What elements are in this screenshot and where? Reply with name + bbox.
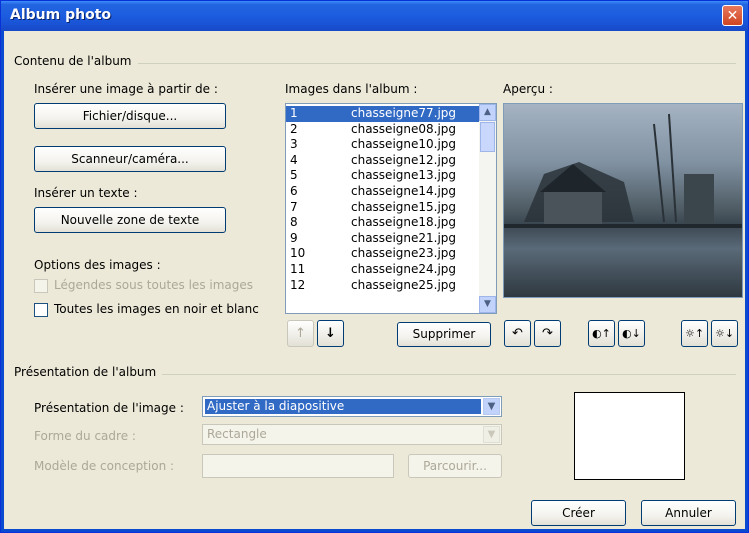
scroll-up-button[interactable]: ▲ [479, 104, 496, 121]
picture-layout-dropdown[interactable]: ▼ [483, 398, 500, 415]
close-button[interactable]: ✕ [722, 5, 743, 26]
list-item[interactable]: 4 chasseigne12.jpg [286, 153, 479, 169]
list-item[interactable]: 5 chasseigne13.jpg [286, 168, 479, 184]
brightness-up-icon: ☼↑ [684, 327, 705, 340]
list-item-number: 5 [290, 168, 298, 183]
list-item-filename: chasseigne15.jpg [351, 199, 457, 214]
list-item-number: 2 [290, 121, 298, 136]
list-item-filename: chasseigne23.jpg [351, 246, 457, 261]
arrow-up-icon: ↑ [295, 326, 306, 341]
list-item-number: 8 [290, 215, 298, 230]
captions-checkbox[interactable] [34, 279, 48, 293]
title-bar[interactable]: Album photo ✕ [1, 1, 748, 31]
design-template-label: Modèle de conception : [34, 459, 175, 473]
list-item-number: 6 [290, 183, 298, 198]
chevron-up-icon: ▲ [484, 107, 491, 117]
album-images-label: Images dans l'album : [285, 82, 418, 96]
list-item[interactable]: 1 chasseigne77.jpg [286, 106, 479, 122]
contrast-down-button[interactable]: ◐↓ [618, 320, 645, 347]
list-item[interactable]: 7 chasseigne15.jpg [286, 200, 479, 216]
dialog-title: Album photo [10, 7, 112, 23]
chevron-down-icon: ▼ [487, 429, 496, 440]
album-rows: 1 chasseigne77.jpg 2 chasseigne08.jpg 3 chass… [286, 106, 479, 293]
preview-label: Aperçu : [503, 82, 553, 96]
list-item[interactable]: 9 chasseigne21.jpg [286, 231, 479, 247]
album-photo-dialog: Album photo ✕ Contenu de l'album Insérer… [0, 0, 749, 533]
list-item-filename: chasseigne18.jpg [351, 215, 457, 230]
insert-text-label: Insérer un texte : [34, 186, 138, 200]
preview-image [503, 103, 743, 298]
list-item-number: 12 [290, 277, 306, 292]
rotate-right-button[interactable]: ↷ [534, 320, 561, 347]
cancel-button[interactable]: Annuler [641, 500, 736, 526]
list-item[interactable]: 2 chasseigne08.jpg [286, 122, 479, 138]
list-item-filename: chasseigne10.jpg [351, 137, 457, 152]
black-white-checkbox[interactable] [34, 303, 48, 317]
insert-image-label: Insérer une image à partir de : [34, 82, 218, 96]
list-item[interactable]: 6 chasseigne14.jpg [286, 184, 479, 200]
list-item[interactable]: 10 chasseigne23.jpg [286, 246, 479, 262]
captions-checkbox-label: Légendes sous toutes les images [54, 278, 254, 292]
new-text-box-button[interactable]: Nouvelle zone de texte [34, 207, 226, 233]
list-item-filename: chasseigne25.jpg [351, 277, 457, 292]
list-scrollbar[interactable]: ▲ ▼ [479, 104, 496, 313]
list-item-number: 9 [290, 230, 298, 245]
brightness-down-icon: ☼↓ [714, 327, 735, 340]
preview-photo [504, 113, 742, 228]
picture-layout-select[interactable]: Ajuster à la diapositive ▼ [202, 396, 502, 417]
list-item-number: 10 [290, 246, 306, 261]
list-item-filename: chasseigne08.jpg [351, 121, 457, 136]
list-item-filename: chasseigne21.jpg [351, 230, 457, 245]
file-disk-button[interactable]: Fichier/disque... [34, 103, 226, 129]
list-item-filename: chasseigne12.jpg [351, 152, 457, 167]
scroll-down-button[interactable]: ▼ [479, 296, 496, 313]
list-item-filename: chasseigne24.jpg [351, 261, 457, 276]
frame-shape-preview [574, 392, 685, 480]
brightness-down-button[interactable]: ☼↓ [711, 320, 738, 347]
close-icon: ✕ [726, 8, 739, 24]
content-group-label: Contenu de l'album [14, 54, 138, 68]
list-item[interactable]: 11 chasseigne24.jpg [286, 262, 479, 278]
contrast-up-button[interactable]: ◐↑ [588, 320, 615, 347]
scanner-camera-button[interactable]: Scanneur/caméra... [34, 146, 226, 172]
list-item[interactable]: 12 chasseigne25.jpg [286, 278, 479, 294]
rotate-left-icon: ↶ [512, 326, 523, 341]
design-template-field[interactable] [202, 454, 394, 478]
picture-layout-value: Ajuster à la diapositive [205, 399, 481, 414]
create-button[interactable]: Créer [531, 500, 626, 526]
rotate-left-button[interactable]: ↶ [504, 320, 531, 347]
frame-shape-select[interactable]: Rectangle ▼ [202, 424, 502, 445]
rotate-right-icon: ↷ [542, 326, 553, 341]
list-item[interactable]: 3 chasseigne10.jpg [286, 137, 479, 153]
browse-button[interactable]: Parcourir... [408, 454, 502, 478]
contrast-down-icon: ◐↓ [622, 327, 641, 340]
list-item-number: 7 [290, 199, 298, 214]
scroll-thumb[interactable] [480, 122, 495, 152]
layout-group-label: Présentation de l'album [14, 365, 163, 379]
list-item-filename: chasseigne77.jpg [351, 106, 457, 120]
list-item-number: 3 [290, 137, 298, 152]
list-item-filename: chasseigne14.jpg [351, 183, 457, 198]
picture-layout-label: Présentation de l'image : [34, 401, 184, 415]
brightness-up-button[interactable]: ☼↑ [681, 320, 708, 347]
frame-shape-label: Forme du cadre : [34, 429, 136, 443]
frame-shape-dropdown[interactable]: ▼ [483, 426, 500, 443]
black-white-checkbox-label: Toutes les images en noir et blanc [54, 302, 259, 316]
delete-button[interactable]: Supprimer [397, 322, 491, 347]
list-item-filename: chasseigne13.jpg [351, 168, 457, 183]
image-options-label: Options des images : [34, 258, 161, 272]
arrow-down-icon: ↓ [325, 326, 336, 341]
album-images-list[interactable]: 1 chasseigne77.jpg 2 chasseigne08.jpg 3 chass… [285, 103, 497, 314]
contrast-up-icon: ◐↑ [592, 327, 611, 340]
list-item-number: 1 [290, 106, 298, 120]
move-up-button[interactable]: ↑ [287, 320, 314, 347]
chevron-down-icon: ▼ [487, 401, 496, 412]
list-item-number: 4 [290, 152, 298, 167]
move-down-button[interactable]: ↓ [317, 320, 344, 347]
list-item-number: 11 [290, 261, 306, 276]
chevron-down-icon: ▼ [484, 299, 491, 309]
list-item[interactable]: 8 chasseigne18.jpg [286, 215, 479, 231]
dialog-body: Contenu de l'album Insérer une image à p… [4, 31, 745, 529]
frame-shape-value: Rectangle [207, 427, 267, 441]
